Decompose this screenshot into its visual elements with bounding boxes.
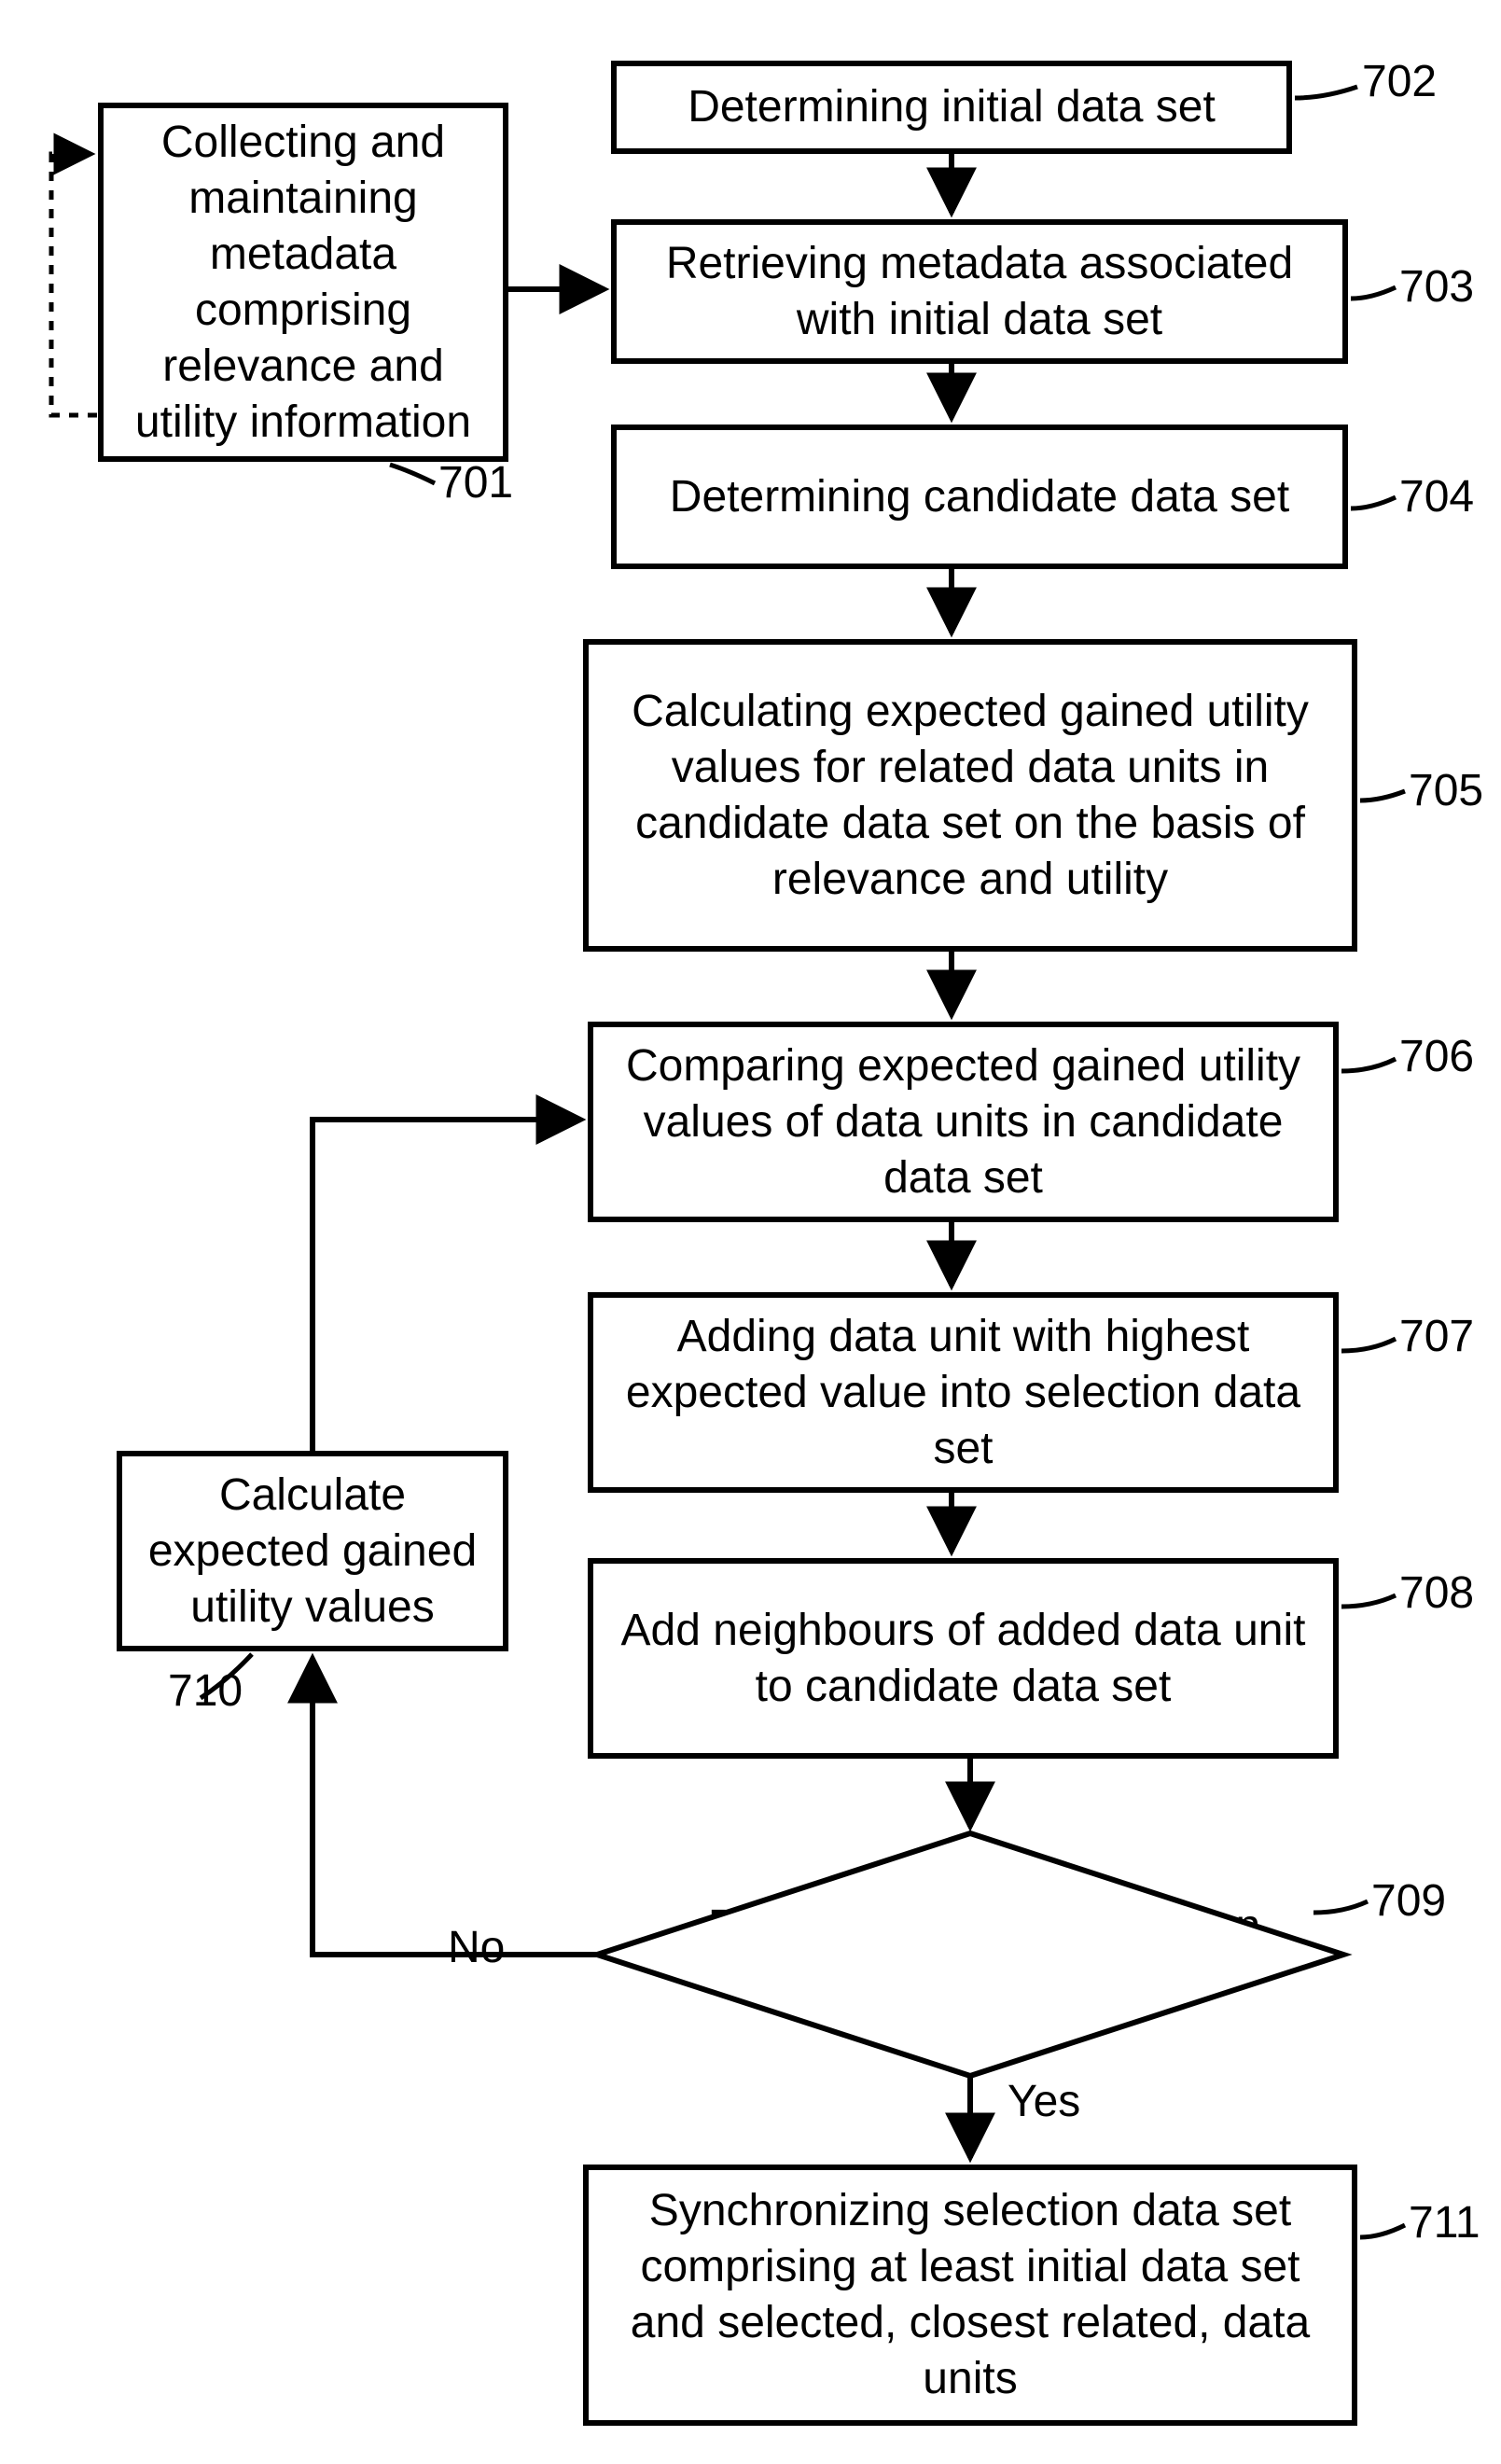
box-701-text: Collecting and maintaining metadata comp…	[122, 115, 484, 451]
box-701-collect-maintain-metadata: Collecting and maintaining metadata comp…	[98, 103, 508, 462]
arrow-710-to-706	[313, 1120, 581, 1451]
leader-701	[390, 465, 435, 483]
box-705-calc-expected-utility: Calculating expected gained utility valu…	[583, 639, 1357, 952]
leader-705	[1360, 791, 1405, 800]
edge-label-no: No	[448, 1922, 505, 1973]
arrow-709-no-to-710	[313, 1658, 597, 1955]
box-704-text: Determining candidate data set	[670, 469, 1289, 525]
ref-703: 703	[1399, 261, 1474, 313]
leader-708	[1341, 1595, 1396, 1607]
ref-704: 704	[1399, 471, 1474, 522]
ref-705: 705	[1409, 765, 1483, 816]
ref-706: 706	[1399, 1031, 1474, 1082]
leader-704	[1351, 497, 1396, 508]
leader-706	[1341, 1059, 1396, 1071]
box-705-text: Calculating expected gained utility valu…	[607, 684, 1333, 908]
box-706-compare-expected-values: Comparing expected gained utility values…	[588, 1022, 1339, 1222]
ref-709: 709	[1371, 1875, 1446, 1927]
edge-label-yes: Yes	[1008, 2076, 1080, 2127]
leader-709	[1313, 1901, 1368, 1913]
flowchart-stage: Collecting and maintaining metadata comp…	[0, 0, 1501, 2464]
decision-709-text: Predetermined end criterion reached?	[686, 1899, 1283, 2011]
box-711-synchronize-selection: Synchronizing selection data set compris…	[583, 2165, 1357, 2426]
box-710-text: Calculate expected gained utility values	[141, 1468, 484, 1636]
box-706-text: Comparing expected gained utility values…	[612, 1038, 1314, 1206]
box-707-text: Adding data unit with highest expected v…	[612, 1309, 1314, 1477]
ref-710: 710	[168, 1665, 243, 1717]
box-710-calculate-expected-utility: Calculate expected gained utility values	[117, 1451, 508, 1651]
box-702-determine-initial-data-set: Determining initial data set	[611, 61, 1292, 154]
ref-702: 702	[1362, 56, 1437, 107]
box-711-text: Synchronizing selection data set compris…	[607, 2183, 1333, 2407]
box-703-text: Retrieving metadata associated with init…	[635, 236, 1324, 348]
box-702-text: Determining initial data set	[688, 79, 1216, 135]
ref-708: 708	[1399, 1567, 1474, 1619]
leader-702	[1295, 87, 1357, 98]
ref-711: 711	[1409, 2197, 1480, 2248]
ref-707: 707	[1399, 1311, 1474, 1362]
leader-711	[1360, 2225, 1405, 2237]
box-708-text: Add neighbours of added data unit to can…	[612, 1603, 1314, 1715]
box-704-determine-candidate-set: Determining candidate data set	[611, 425, 1348, 569]
dotted-loop-701	[51, 154, 97, 415]
box-703-retrieve-metadata: Retrieving metadata associated with init…	[611, 219, 1348, 364]
box-707-add-highest-to-selection: Adding data unit with highest expected v…	[588, 1292, 1339, 1493]
ref-701: 701	[438, 457, 513, 508]
leader-707	[1341, 1339, 1396, 1351]
leader-703	[1351, 287, 1396, 299]
decision-709-end-criterion: Predetermined end criterion reached?	[686, 1857, 1283, 2053]
box-708-add-neighbours: Add neighbours of added data unit to can…	[588, 1558, 1339, 1759]
